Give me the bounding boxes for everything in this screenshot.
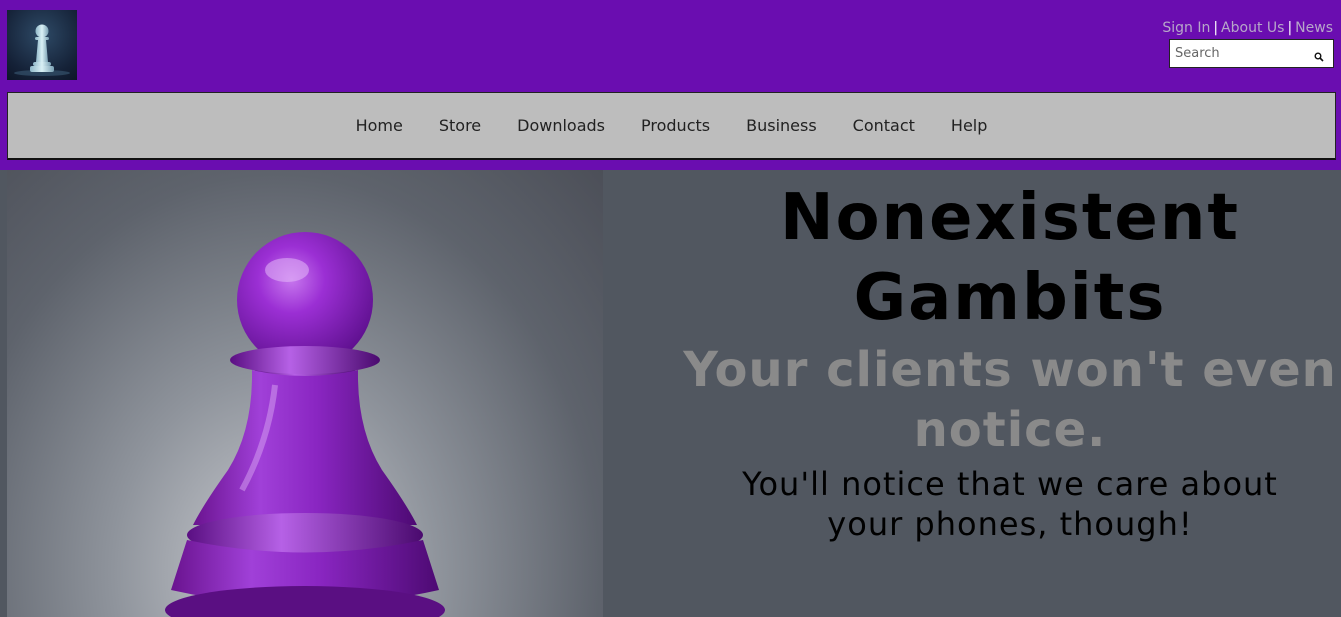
- link-separator: |: [1287, 20, 1293, 36]
- pawn-icon: [14, 24, 70, 76]
- purple-pawn-image: [165, 232, 445, 617]
- hero-subtitle: Your clients won't even notice.: [683, 342, 1337, 458]
- logo[interactable]: [7, 10, 77, 80]
- news-link[interactable]: News: [1295, 20, 1333, 36]
- nav-item-home[interactable]: Home: [356, 116, 403, 135]
- nav-item-store[interactable]: Store: [439, 116, 481, 135]
- link-separator: |: [1213, 20, 1219, 36]
- nav-item-products[interactable]: Products: [641, 116, 710, 135]
- hero-image: [7, 170, 603, 617]
- main-nav: Home Store Downloads Products Business C…: [7, 92, 1336, 160]
- nav-item-contact[interactable]: Contact: [853, 116, 915, 135]
- nav-item-downloads[interactable]: Downloads: [517, 116, 605, 135]
- hero-text: Nonexistent Gambits Your clients won't e…: [680, 178, 1340, 544]
- utility-links: Sign In | About Us | News: [1162, 20, 1333, 36]
- search-icon[interactable]: [1314, 47, 1324, 62]
- top-header: Sign In | About Us | News: [0, 0, 1341, 92]
- nav-item-help[interactable]: Help: [951, 116, 987, 135]
- hero-title: Nonexistent Gambits: [780, 181, 1240, 335]
- sign-in-link[interactable]: Sign In: [1162, 20, 1210, 36]
- nav-item-business[interactable]: Business: [746, 116, 817, 135]
- hero-body-text: You'll notice that we care about your ph…: [742, 465, 1278, 543]
- about-us-link[interactable]: About Us: [1221, 20, 1284, 36]
- search-input[interactable]: [1170, 40, 1310, 67]
- search-box: [1169, 39, 1334, 68]
- hero-section: Nonexistent Gambits Your clients won't e…: [0, 170, 1341, 617]
